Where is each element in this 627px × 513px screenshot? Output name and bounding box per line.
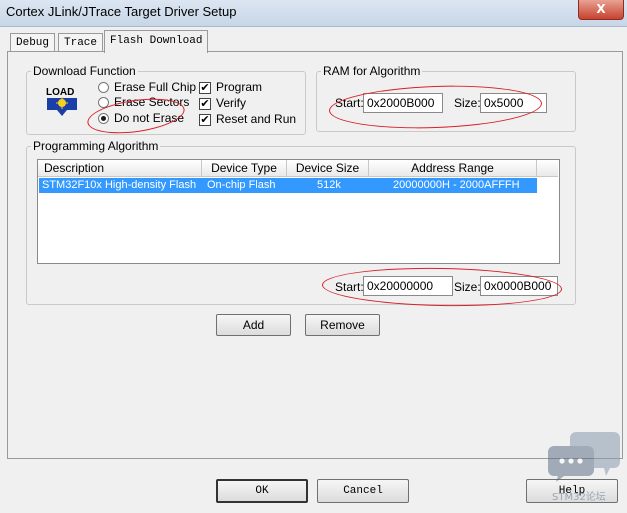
column-header-filler: [537, 160, 558, 177]
erase-full-chip-label: Erase Full Chip: [114, 80, 197, 94]
verify-label: Verify: [216, 96, 247, 110]
algorithm-list[interactable]: Description Device Type Device Size Addr…: [37, 159, 560, 264]
row-device-size: 512k: [317, 179, 341, 191]
column-header-address-range[interactable]: Address Range: [369, 160, 537, 177]
column-header-description[interactable]: Description: [38, 160, 202, 177]
radio-erase-full-chip[interactable]: [98, 82, 109, 93]
column-header-device-size[interactable]: Device Size: [287, 160, 369, 177]
program-label: Program: [216, 80, 263, 94]
window-title: Cortex JLink/JTrace Target Driver Setup: [6, 4, 237, 19]
programming-algorithm-title: Programming Algorithm: [31, 139, 161, 153]
close-button[interactable]: X: [578, 0, 624, 20]
tab-flash-download[interactable]: Flash Download: [104, 30, 209, 53]
tab-debug[interactable]: Debug: [10, 33, 56, 52]
load-icon: LOAD: [45, 84, 79, 118]
row-description: STM32F10x High-density Flash: [42, 179, 197, 191]
checkbox-reset-and-run[interactable]: ✔: [199, 114, 211, 126]
ram-for-algorithm-title: RAM for Algorithm: [321, 64, 423, 78]
table-row[interactable]: STM32F10x High-density Flash On-chip Fla…: [39, 178, 537, 193]
checkbox-verify[interactable]: ✔: [199, 98, 211, 110]
load-icon-text: LOAD: [46, 87, 74, 98]
cancel-button[interactable]: Cancel: [317, 479, 409, 503]
reset-and-run-label: Reset and Run: [216, 112, 297, 126]
row-device-type: On-chip Flash: [207, 179, 276, 191]
close-icon: X: [596, 2, 606, 16]
add-button[interactable]: Add: [216, 314, 291, 336]
row-address-range: 20000000H - 2000AFFFH: [393, 179, 520, 191]
chat-bubble-icon: [548, 430, 620, 482]
watermark-text: STM32论坛: [552, 492, 606, 503]
tab-trace[interactable]: Trace: [58, 33, 104, 52]
checkbox-program[interactable]: ✔: [199, 82, 211, 94]
ok-button[interactable]: OK: [216, 479, 308, 503]
column-header-device-type[interactable]: Device Type: [202, 160, 287, 177]
download-function-title: Download Function: [31, 64, 138, 78]
remove-button[interactable]: Remove: [305, 314, 380, 336]
title-bar: Cortex JLink/JTrace Target Driver Setup …: [0, 0, 627, 27]
